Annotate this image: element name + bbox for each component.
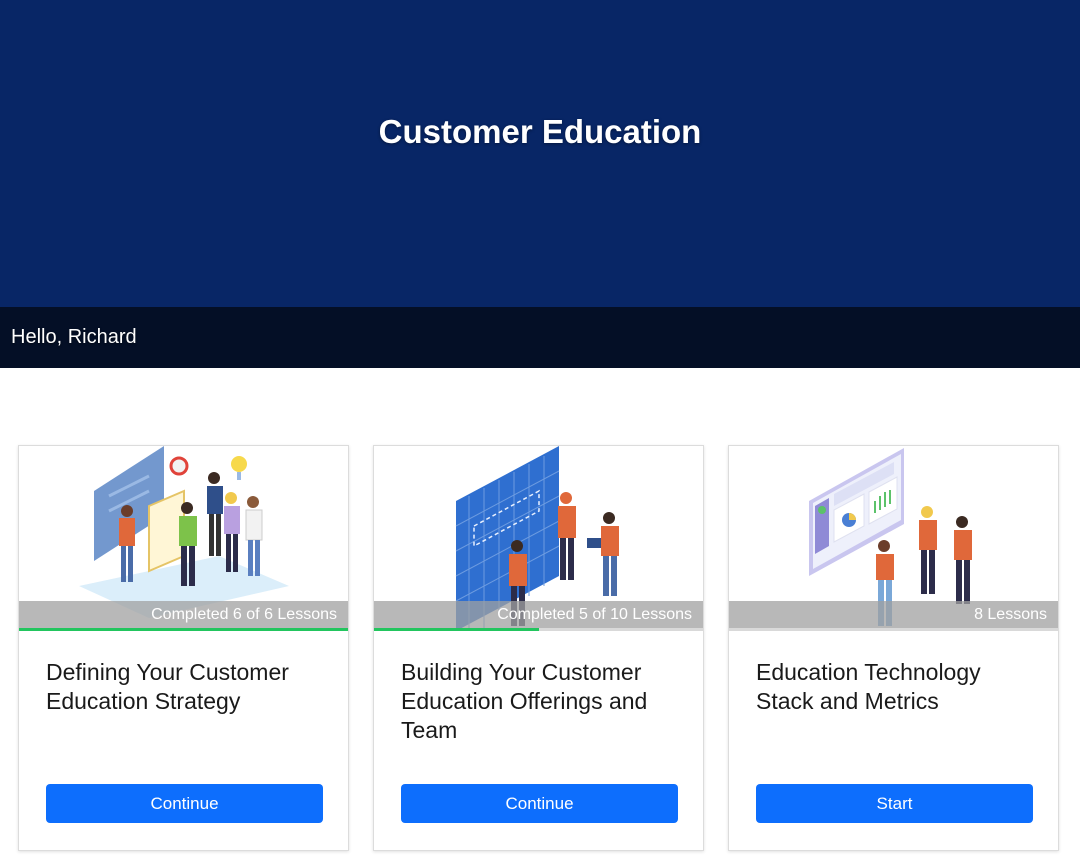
course-title: Defining Your Customer Education Strateg… [46,659,289,714]
course-title: Building Your Customer Education Offerin… [401,659,648,743]
course-card-3[interactable]: 8 Lessons Education Technology Stack and… [728,445,1059,851]
progress-bar [19,628,348,631]
hero-banner: Customer Education [0,0,1080,307]
start-button[interactable]: Start [756,784,1033,823]
progress-bar [374,628,703,631]
greeting-bar: Hello, Richard [0,307,1080,368]
course-title: Education Technology Stack and Metrics [756,659,981,714]
lesson-status: 8 Lessons [729,601,1058,628]
continue-button[interactable]: Continue [46,784,323,823]
course-card-2[interactable]: Completed 5 of 10 Lessons Building Your … [373,445,704,851]
course-thumbnail: Completed 5 of 10 Lessons [374,446,703,631]
greeting-text: Hello, Richard [11,326,137,348]
course-thumbnail: 8 Lessons [729,446,1058,631]
course-thumbnail: Completed 6 of 6 Lessons [19,446,348,631]
lesson-status: Completed 6 of 6 Lessons [19,601,348,628]
progress-bar-fill [374,628,539,631]
progress-bar [729,628,1058,631]
course-card-1[interactable]: Completed 6 of 6 Lessons Defining Your C… [18,445,349,851]
lesson-status: Completed 5 of 10 Lessons [374,601,703,628]
page-title: Customer Education [378,113,702,150]
continue-button[interactable]: Continue [401,784,678,823]
progress-bar-fill [19,628,348,631]
